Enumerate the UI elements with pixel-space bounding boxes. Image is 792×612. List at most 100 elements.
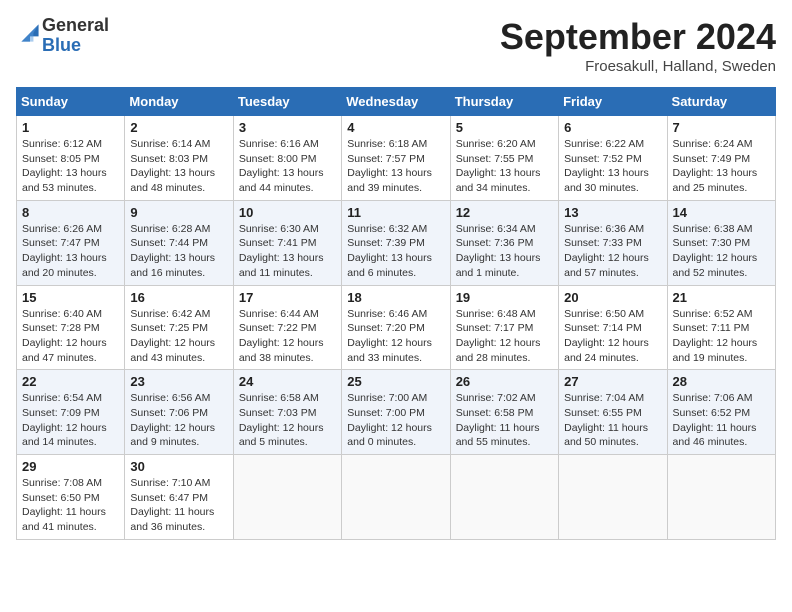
day-info: Sunrise: 6:58 AMSunset: 7:03 PMDaylight:…	[239, 391, 336, 450]
calendar-cell: 11 Sunrise: 6:32 AMSunset: 7:39 PMDayligh…	[342, 200, 450, 285]
day-info: Sunrise: 6:22 AMSunset: 7:52 PMDaylight:…	[564, 137, 661, 196]
day-info: Sunrise: 6:18 AMSunset: 7:57 PMDaylight:…	[347, 137, 444, 196]
day-number: 9	[130, 205, 227, 220]
day-number: 20	[564, 290, 661, 305]
logo-blue: Blue	[42, 35, 81, 55]
calendar-week-5: 29Sunrise: 7:08 AMSunset: 6:50 PMDayligh…	[17, 455, 776, 540]
day-info: Sunrise: 6:20 AMSunset: 7:55 PMDaylight:…	[456, 137, 553, 196]
day-number: 18	[347, 290, 444, 305]
calendar-cell: 7Sunrise: 6:24 AMSunset: 7:49 PMDaylight…	[667, 116, 775, 201]
col-header-thursday: Thursday	[450, 88, 558, 116]
calendar-cell: 16 Sunrise: 6:42 AMSunset: 7:25 PMDayligh…	[125, 285, 233, 370]
day-number: 16	[130, 290, 227, 305]
calendar-week-3: 15 Sunrise: 6:40 AMSunset: 7:28 PMDayligh…	[17, 285, 776, 370]
day-info: Sunrise: 6:52 AMSunset: 7:11 PMDaylight:…	[673, 307, 770, 366]
day-info: Sunrise: 6:24 AMSunset: 7:49 PMDaylight:…	[673, 137, 770, 196]
calendar-cell: 28 Sunrise: 7:06 AMSunset: 6:52 PMDayligh…	[667, 370, 775, 455]
calendar-week-2: 8 Sunrise: 6:26 AMSunset: 7:47 PMDaylight…	[17, 200, 776, 285]
day-info: Sunrise: 6:12 AMSunset: 8:05 PMDaylight:…	[22, 137, 119, 196]
day-number: 28	[673, 374, 770, 389]
day-info: Sunrise: 7:02 AMSunset: 6:58 PMDaylight:…	[456, 391, 553, 450]
day-info: Sunrise: 6:38 AMSunset: 7:30 PMDaylight:…	[673, 222, 770, 281]
location: Froesakull, Halland, Sweden	[500, 58, 776, 75]
day-number: 11	[347, 205, 444, 220]
col-header-saturday: Saturday	[667, 88, 775, 116]
calendar-cell: 2Sunrise: 6:14 AMSunset: 8:03 PMDaylight…	[125, 116, 233, 201]
calendar-cell	[450, 455, 558, 540]
day-number: 4	[347, 120, 444, 135]
day-info: Sunrise: 6:16 AMSunset: 8:00 PMDaylight:…	[239, 137, 336, 196]
day-number: 8	[22, 205, 119, 220]
day-info: Sunrise: 6:54 AMSunset: 7:09 PMDaylight:…	[22, 391, 119, 450]
day-number: 3	[239, 120, 336, 135]
calendar-cell	[342, 455, 450, 540]
calendar-cell: 15 Sunrise: 6:40 AMSunset: 7:28 PMDayligh…	[17, 285, 125, 370]
day-info: Sunrise: 6:40 AMSunset: 7:28 PMDaylight:…	[22, 307, 119, 366]
calendar-cell	[559, 455, 667, 540]
day-info: Sunrise: 7:08 AMSunset: 6:50 PMDaylight:…	[22, 476, 119, 535]
calendar-table: SundayMondayTuesdayWednesdayThursdayFrid…	[16, 87, 776, 540]
day-number: 19	[456, 290, 553, 305]
day-number: 27	[564, 374, 661, 389]
calendar-cell: 22 Sunrise: 6:54 AMSunset: 7:09 PMDayligh…	[17, 370, 125, 455]
day-number: 25	[347, 374, 444, 389]
calendar-cell: 1 Sunrise: 6:12 AMSunset: 8:05 PMDaylight…	[17, 116, 125, 201]
day-info: Sunrise: 7:06 AMSunset: 6:52 PMDaylight:…	[673, 391, 770, 450]
col-header-friday: Friday	[559, 88, 667, 116]
day-info: Sunrise: 6:42 AMSunset: 7:25 PMDaylight:…	[130, 307, 227, 366]
day-number: 21	[673, 290, 770, 305]
day-number: 30	[130, 459, 227, 474]
day-info: Sunrise: 7:00 AMSunset: 7:00 PMDaylight:…	[347, 391, 444, 450]
calendar-week-1: 1 Sunrise: 6:12 AMSunset: 8:05 PMDaylight…	[17, 116, 776, 201]
logo-icon	[18, 21, 42, 45]
calendar-cell: 3 Sunrise: 6:16 AMSunset: 8:00 PMDaylight…	[233, 116, 341, 201]
day-info: Sunrise: 7:10 AMSunset: 6:47 PMDaylight:…	[130, 476, 227, 535]
day-info: Sunrise: 6:26 AMSunset: 7:47 PMDaylight:…	[22, 222, 119, 281]
day-info: Sunrise: 7:04 AMSunset: 6:55 PMDaylight:…	[564, 391, 661, 450]
day-number: 12	[456, 205, 553, 220]
day-info: Sunrise: 6:56 AMSunset: 7:06 PMDaylight:…	[130, 391, 227, 450]
calendar-cell: 8 Sunrise: 6:26 AMSunset: 7:47 PMDaylight…	[17, 200, 125, 285]
day-number: 24	[239, 374, 336, 389]
day-number: 5	[456, 120, 553, 135]
day-number: 6	[564, 120, 661, 135]
day-number: 15	[22, 290, 119, 305]
calendar-cell: 14Sunrise: 6:38 AMSunset: 7:30 PMDayligh…	[667, 200, 775, 285]
calendar-cell: 26 Sunrise: 7:02 AMSunset: 6:58 PMDayligh…	[450, 370, 558, 455]
day-number: 17	[239, 290, 336, 305]
day-info: Sunrise: 6:34 AMSunset: 7:36 PMDaylight:…	[456, 222, 553, 281]
month-title: September 2024	[500, 16, 776, 58]
col-header-sunday: Sunday	[17, 88, 125, 116]
calendar-cell	[233, 455, 341, 540]
calendar-cell: 13Sunrise: 6:36 AMSunset: 7:33 PMDayligh…	[559, 200, 667, 285]
day-info: Sunrise: 6:30 AMSunset: 7:41 PMDaylight:…	[239, 222, 336, 281]
day-number: 2	[130, 120, 227, 135]
calendar-cell: 29Sunrise: 7:08 AMSunset: 6:50 PMDayligh…	[17, 455, 125, 540]
calendar-cell: 5 Sunrise: 6:20 AMSunset: 7:55 PMDaylight…	[450, 116, 558, 201]
day-info: Sunrise: 6:44 AMSunset: 7:22 PMDaylight:…	[239, 307, 336, 366]
calendar-cell: 6 Sunrise: 6:22 AMSunset: 7:52 PMDaylight…	[559, 116, 667, 201]
calendar-cell: 17 Sunrise: 6:44 AMSunset: 7:22 PMDayligh…	[233, 285, 341, 370]
day-number: 1	[22, 120, 119, 135]
day-number: 23	[130, 374, 227, 389]
day-info: Sunrise: 6:50 AMSunset: 7:14 PMDaylight:…	[564, 307, 661, 366]
day-info: Sunrise: 6:36 AMSunset: 7:33 PMDaylight:…	[564, 222, 661, 281]
day-number: 22	[22, 374, 119, 389]
day-number: 26	[456, 374, 553, 389]
logo-general: General	[42, 15, 109, 35]
calendar-cell: 21 Sunrise: 6:52 AMSunset: 7:11 PMDayligh…	[667, 285, 775, 370]
day-info: Sunrise: 6:48 AMSunset: 7:17 PMDaylight:…	[456, 307, 553, 366]
calendar-cell: 19 Sunrise: 6:48 AMSunset: 7:17 PMDayligh…	[450, 285, 558, 370]
col-header-monday: Monday	[125, 88, 233, 116]
calendar-cell	[667, 455, 775, 540]
calendar-cell: 24 Sunrise: 6:58 AMSunset: 7:03 PMDayligh…	[233, 370, 341, 455]
day-info: Sunrise: 6:32 AMSunset: 7:39 PMDaylight:…	[347, 222, 444, 281]
title-block: September 2024 Froesakull, Halland, Swed…	[500, 16, 776, 75]
calendar-cell: 27 Sunrise: 7:04 AMSunset: 6:55 PMDayligh…	[559, 370, 667, 455]
calendar-cell: 25 Sunrise: 7:00 AMSunset: 7:00 PMDayligh…	[342, 370, 450, 455]
calendar-cell: 4 Sunrise: 6:18 AMSunset: 7:57 PMDaylight…	[342, 116, 450, 201]
logo: General Blue	[16, 16, 109, 56]
calendar-cell: 12 Sunrise: 6:34 AMSunset: 7:36 PMDayligh…	[450, 200, 558, 285]
col-header-wednesday: Wednesday	[342, 88, 450, 116]
calendar-week-4: 22 Sunrise: 6:54 AMSunset: 7:09 PMDayligh…	[17, 370, 776, 455]
